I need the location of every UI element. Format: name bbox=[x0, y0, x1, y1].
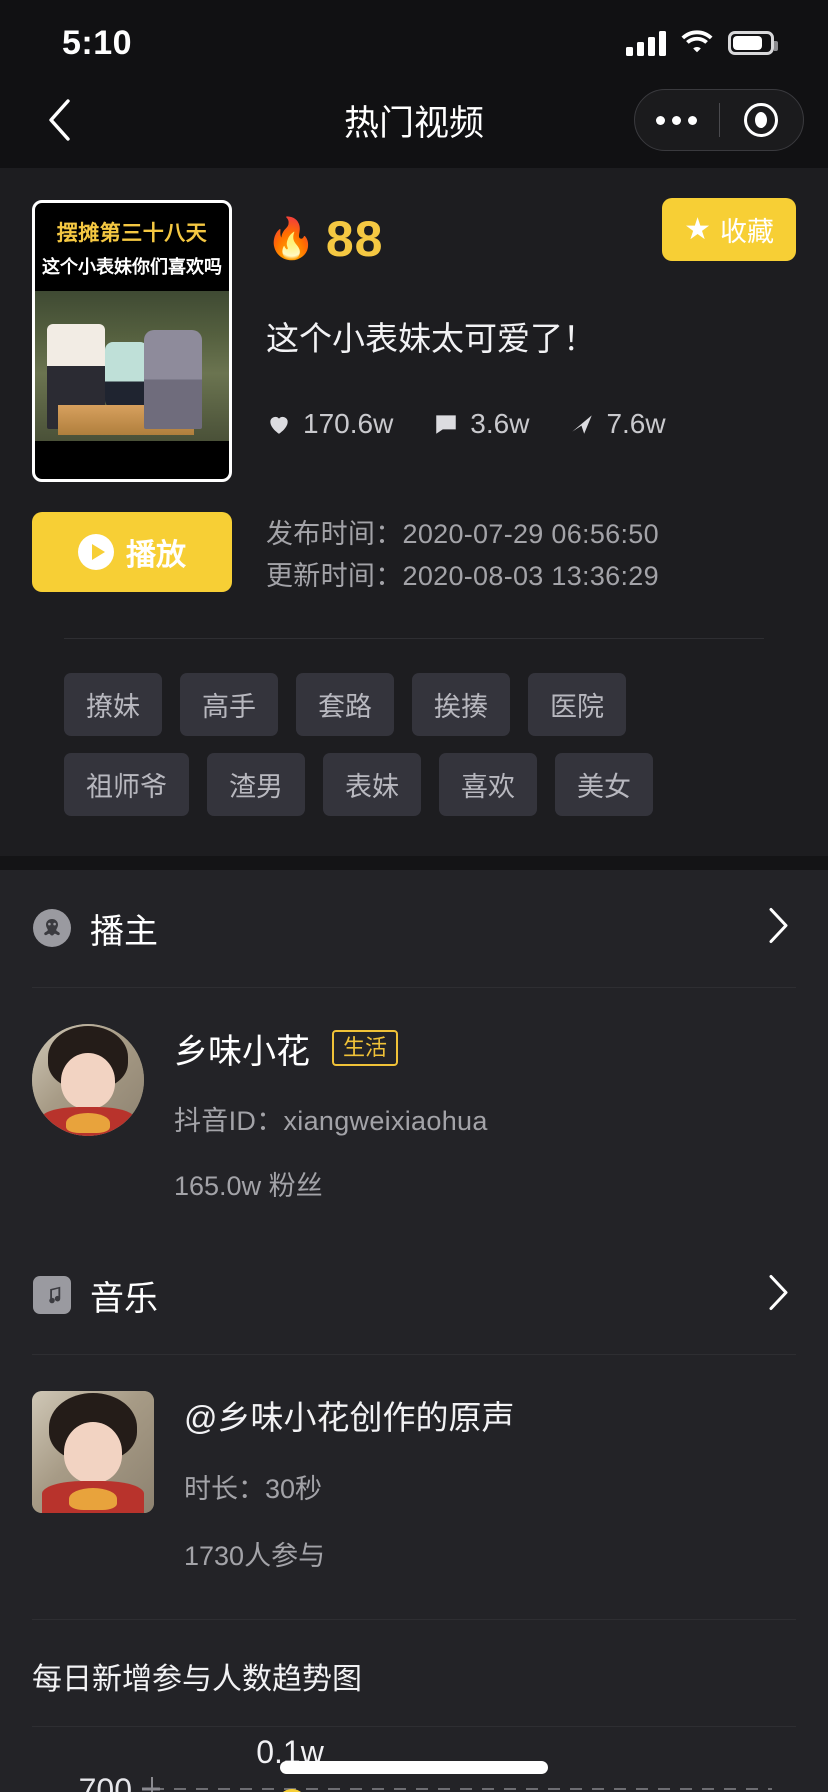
chart-ytick-700: 700 bbox=[79, 1772, 132, 1792]
stat-comments: 3.6w bbox=[433, 408, 529, 440]
more-menu-button[interactable] bbox=[635, 115, 719, 125]
flame-icon: 🔥 bbox=[266, 217, 316, 261]
music-section-chevron[interactable] bbox=[768, 1274, 790, 1317]
status-bar-time: 5:10 bbox=[62, 23, 133, 62]
avatar bbox=[32, 1023, 144, 1136]
music-section-title: 音乐 bbox=[90, 1279, 158, 1318]
author-name-row: 乡味小花 生活 bbox=[174, 1024, 796, 1073]
douyin-id-label: 抖音ID： bbox=[174, 1105, 284, 1136]
tag-chip[interactable]: 医院 bbox=[528, 672, 626, 736]
chevron-left-icon bbox=[49, 99, 70, 141]
music-section: 音乐 @乡味小花创作的原声 时长：30秒 1730人参与 bbox=[0, 1236, 828, 1613]
author-section-header[interactable]: 播主 bbox=[0, 870, 828, 987]
home-indicator-bar[interactable] bbox=[280, 1761, 548, 1774]
chevron-right-icon bbox=[769, 1275, 788, 1311]
cellular-signal-icon bbox=[626, 30, 666, 56]
navigation-bar: 热门视频 bbox=[0, 72, 828, 168]
more-dots-icon bbox=[656, 115, 698, 125]
favorite-button[interactable]: ★ 收藏 bbox=[662, 198, 796, 261]
tag-chip[interactable]: 喜欢 bbox=[439, 752, 537, 816]
miniprogram-capsule bbox=[634, 89, 804, 151]
chart-y-tick-labels: 700 600 500 400 bbox=[79, 1772, 132, 1792]
publish-time: 发布时间：2020-07-29 06:56:50 bbox=[266, 519, 659, 549]
chart-plot-area: 700 600 500 400 0.1w bbox=[0, 1727, 828, 1792]
thumbnail-overlay-line-2: 这个小表妹你们喜欢吗 bbox=[42, 257, 222, 277]
music-participants: 1730人参与 bbox=[184, 1540, 326, 1571]
tag-chip[interactable]: 撩妹 bbox=[64, 672, 162, 736]
stat-comments-value: 3.6w bbox=[470, 408, 530, 439]
stat-shares-value: 7.6w bbox=[606, 408, 666, 439]
play-button-label: 播放 bbox=[126, 539, 186, 572]
favorite-button-label: 收藏 bbox=[720, 217, 774, 247]
thumbnail-overlay-line-1: 摆摊第三十八天 bbox=[56, 222, 208, 245]
stat-likes-value: 170.6w bbox=[303, 408, 394, 439]
video-timestamps: 发布时间：2020-07-29 06:56:50 更新时间：2020-08-03… bbox=[232, 512, 659, 598]
tag-chip[interactable]: 表妹 bbox=[323, 752, 421, 816]
music-duration: 时长：30秒 bbox=[184, 1473, 323, 1504]
battery-icon bbox=[728, 31, 778, 55]
video-stats-row: 170.6w 3.6w 7.6w bbox=[266, 408, 796, 440]
tag-chip[interactable]: 祖师爷 bbox=[64, 752, 189, 816]
hot-score-value: 88 bbox=[325, 211, 384, 267]
broadcaster-avatar-icon bbox=[32, 908, 72, 948]
tag-chip[interactable]: 美女 bbox=[555, 752, 653, 816]
tag-list: 撩妹 高手 套路 挨揍 医院 祖师爷 渣男 表妹 喜欢 美女 bbox=[32, 639, 796, 856]
trend-line-chart: 700 600 500 400 0.1w bbox=[79, 1734, 772, 1792]
tag-chip[interactable]: 挨揍 bbox=[412, 672, 510, 736]
play-button[interactable]: 播放 bbox=[32, 512, 232, 592]
heart-icon bbox=[270, 416, 288, 434]
author-douyin-id: 抖音ID：xiangweixiaohua bbox=[174, 1099, 796, 1138]
status-bar-indicators bbox=[626, 28, 778, 59]
tag-chip[interactable]: 渣男 bbox=[207, 752, 305, 816]
star-icon: ★ bbox=[684, 212, 711, 246]
author-info: 乡味小花 生活 抖音ID：xiangweixiaohua 165.0w 粉丝 bbox=[144, 1024, 796, 1203]
category-badge: 生活 bbox=[332, 1029, 399, 1067]
video-info-card: ★ 收藏 摆摊第三十八天 这个小表妹你们喜欢吗 🔥 88 这个小表妹太可爱了！ bbox=[0, 168, 828, 856]
update-time: 更新时间：2020-08-03 13:36:29 bbox=[266, 560, 659, 591]
author-row[interactable]: 乡味小花 生活 抖音ID：xiangweixiaohua 165.0w 粉丝 bbox=[0, 988, 828, 1237]
tag-chip[interactable]: 套路 bbox=[296, 672, 394, 736]
chevron-right-icon bbox=[769, 908, 788, 944]
tag-chip[interactable]: 高手 bbox=[180, 672, 278, 736]
chart-title: 每日新增参与人数趋势图 bbox=[32, 1662, 362, 1696]
play-and-times-row: 播放 发布时间：2020-07-29 06:56:50 更新时间：2020-08… bbox=[32, 512, 796, 598]
close-miniprogram-button[interactable] bbox=[720, 103, 804, 137]
status-bar: 5:10 bbox=[0, 0, 828, 72]
thumbnail-table bbox=[58, 405, 195, 435]
music-note-icon bbox=[32, 1275, 72, 1315]
author-section: 播主 乡味小花 生活 抖音ID：xiangweixiaohua 165.0w 粉… bbox=[0, 869, 828, 1237]
author-section-title: 播主 bbox=[90, 912, 158, 951]
author-section-chevron[interactable] bbox=[768, 907, 790, 950]
target-circle-icon bbox=[744, 103, 779, 137]
comment-icon bbox=[436, 415, 457, 434]
stat-shares: 7.6w bbox=[569, 408, 666, 440]
author-name: 乡味小花 bbox=[174, 1032, 310, 1071]
back-button[interactable] bbox=[34, 95, 84, 145]
app-screen: 5:10 热门视频 ★ 收藏 摆摊第三十八天 这个小表妹你们喜欢吗 🔥 88 这… bbox=[0, 0, 828, 1792]
wifi-icon bbox=[680, 28, 714, 59]
thumbnail-subject bbox=[104, 342, 148, 408]
video-title: 这个小表妹太可爱了！ bbox=[266, 320, 596, 357]
thumbnail-image bbox=[35, 291, 229, 441]
music-section-header[interactable]: 音乐 bbox=[0, 1237, 828, 1354]
stat-likes: 170.6w bbox=[266, 408, 393, 440]
music-info: @乡味小花创作的原声 时长：30秒 1730人参与 bbox=[154, 1391, 796, 1573]
video-thumbnail[interactable]: 摆摊第三十八天 这个小表妹你们喜欢吗 bbox=[32, 200, 232, 482]
douyin-id-value: xiangweixiaohua bbox=[283, 1105, 488, 1136]
share-icon bbox=[572, 415, 593, 434]
music-row[interactable]: @乡味小花创作的原声 时长：30秒 1730人参与 bbox=[0, 1355, 828, 1613]
play-icon bbox=[78, 534, 114, 570]
author-fans-count: 165.0w 粉丝 bbox=[174, 1170, 323, 1201]
music-cover-image bbox=[32, 1390, 154, 1513]
music-track-title: @乡味小花创作的原声 bbox=[184, 1398, 515, 1436]
section-gap bbox=[0, 855, 828, 870]
